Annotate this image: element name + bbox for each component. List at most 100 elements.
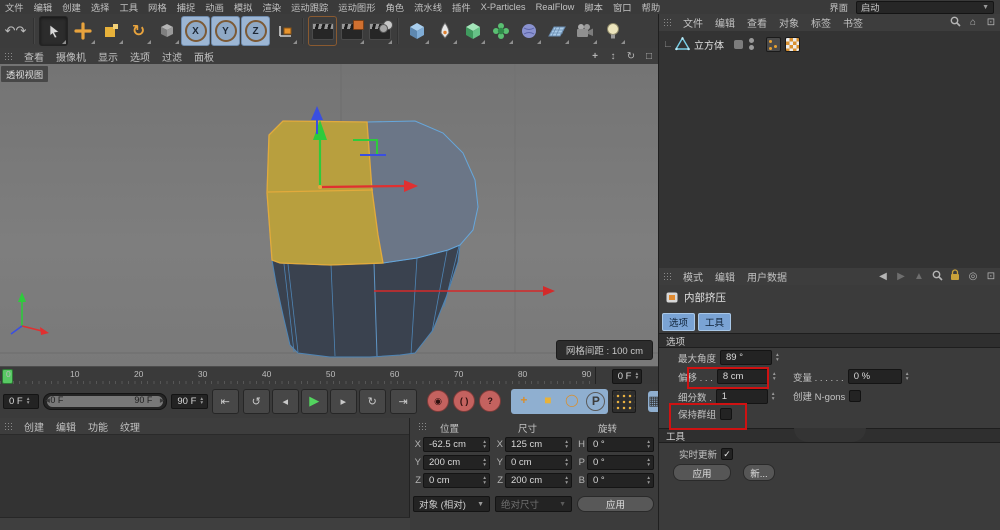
object-manager-menu-item[interactable]: 标签 bbox=[805, 15, 837, 30]
stepper-icon[interactable]: ▴▾ bbox=[565, 476, 568, 485]
panel-icon[interactable]: ⊡ bbox=[984, 271, 998, 282]
panel-grip-icon[interactable] bbox=[663, 18, 672, 27]
stepper-icon[interactable]: ▴▾ bbox=[483, 476, 486, 485]
panel-grip-icon[interactable] bbox=[4, 52, 13, 61]
object-name[interactable]: 立方体 bbox=[694, 37, 724, 52]
menubar-item[interactable]: 角色 bbox=[381, 0, 410, 14]
coordinate-field[interactable]: 0 cm▴▾ bbox=[423, 473, 490, 488]
panel-icon[interactable]: ⊡ bbox=[984, 17, 998, 28]
menubar-item[interactable]: 插件 bbox=[447, 0, 476, 14]
coordinate-field[interactable]: 0 °▴▾ bbox=[587, 473, 654, 488]
viewport-menu-item[interactable]: 面板 bbox=[188, 49, 220, 64]
frame-end-field[interactable]: 90 F ▴▾ bbox=[171, 394, 207, 409]
create-ngons-checkbox[interactable] bbox=[849, 390, 861, 402]
coordinate-field[interactable]: 200 cm▴▾ bbox=[423, 455, 490, 470]
up-icon[interactable]: ▲ bbox=[912, 271, 926, 282]
stepper-icon[interactable]: ▴▾ bbox=[635, 372, 638, 381]
search-icon[interactable] bbox=[948, 16, 962, 30]
current-frame-field[interactable]: 0 F ▴▾ bbox=[612, 369, 643, 384]
attribute-menu-item[interactable]: 编辑 bbox=[709, 269, 741, 284]
add-spline-pen-button[interactable] bbox=[431, 17, 458, 45]
go-to-start-button[interactable]: ⇤ bbox=[212, 389, 239, 414]
menubar-item[interactable]: 模拟 bbox=[229, 0, 258, 14]
stepper-icon[interactable]: ▴▾ bbox=[772, 392, 775, 401]
stepper-icon[interactable]: ▴▾ bbox=[906, 372, 909, 381]
attribute-menu-item[interactable]: 用户数据 bbox=[741, 269, 793, 284]
apply-button[interactable]: 应用 bbox=[673, 464, 731, 481]
stepper-icon[interactable]: ▴▾ bbox=[647, 440, 650, 449]
object-row[interactable]: ∟ 立方体 bbox=[659, 36, 1000, 52]
coordinate-field[interactable]: 0 °▴▾ bbox=[587, 437, 654, 452]
menubar-item[interactable]: 窗口 bbox=[608, 0, 637, 14]
object-manager-menu-item[interactable]: 书签 bbox=[837, 15, 869, 30]
y-axis-lock-button[interactable]: Y bbox=[211, 16, 240, 46]
timeline[interactable]: 0102030405060708090 0 F ▴▾ bbox=[0, 366, 658, 386]
layer-color-chip[interactable] bbox=[734, 40, 743, 49]
search-icon[interactable] bbox=[930, 270, 944, 284]
layout-preset-dropdown[interactable]: 启动 ▼ bbox=[856, 1, 994, 14]
timeline-ruler[interactable]: 0102030405060708090 bbox=[0, 367, 595, 385]
menubar-item[interactable]: 编辑 bbox=[29, 0, 58, 14]
coordinates-apply-button[interactable]: 应用 bbox=[577, 496, 654, 512]
section-handle[interactable] bbox=[794, 428, 866, 442]
key-scale-toggle[interactable]: ■ bbox=[536, 390, 559, 411]
z-axis-lock-button[interactable]: Z bbox=[241, 16, 270, 46]
render-view-button[interactable] bbox=[308, 16, 337, 46]
visibility-toggles[interactable] bbox=[749, 38, 754, 50]
previous-frame-button[interactable]: ◂ bbox=[272, 389, 299, 414]
add-floor-button[interactable] bbox=[543, 17, 570, 45]
stepper-icon[interactable]: ▴▾ bbox=[776, 353, 779, 362]
new-transform-button[interactable]: 新... bbox=[743, 464, 775, 481]
autokeying-button[interactable]: ( ) bbox=[453, 390, 475, 412]
menubar-item[interactable]: 运动图形 bbox=[333, 0, 380, 14]
frame-start-field[interactable]: 0 F ▴▾ bbox=[3, 394, 39, 409]
go-to-end-button[interactable]: ⇥ bbox=[390, 389, 417, 414]
add-subdivision-surface-button[interactable] bbox=[459, 17, 486, 45]
position-mode-dropdown[interactable]: 对象 (相对) ▼ bbox=[413, 496, 490, 512]
material-menu-item[interactable]: 纹理 bbox=[114, 419, 146, 434]
menubar-item[interactable]: X-Particles bbox=[476, 2, 531, 12]
menubar-item[interactable]: 动画 bbox=[200, 0, 229, 14]
menubar-item[interactable]: 运动跟踪 bbox=[286, 0, 333, 14]
material-menu-item[interactable]: 编辑 bbox=[50, 419, 82, 434]
menubar-item[interactable]: 创建 bbox=[57, 0, 86, 14]
viewport-menu-item[interactable]: 过滤 bbox=[156, 49, 188, 64]
viewport-menu-item[interactable]: 查看 bbox=[18, 49, 50, 64]
next-frame-button[interactable]: ▸ bbox=[330, 389, 357, 414]
menubar-item[interactable]: 流水线 bbox=[409, 0, 447, 14]
menubar-item[interactable]: RealFlow bbox=[531, 2, 580, 12]
key-rotation-toggle[interactable]: ◯ bbox=[560, 390, 583, 411]
stepper-icon[interactable]: ▴▾ bbox=[647, 458, 650, 467]
zoom-view-icon[interactable]: ↕ bbox=[606, 51, 620, 62]
stepper-icon[interactable]: ▴▾ bbox=[483, 458, 486, 467]
max-angle-field[interactable]: 89 ° bbox=[720, 350, 772, 365]
range-left-handle[interactable]: ◂ bbox=[45, 395, 50, 406]
frame-range-slider[interactable]: 0 F 90 F ◂ ▸ bbox=[43, 393, 167, 410]
add-cube-button[interactable] bbox=[403, 17, 430, 45]
menubar-item[interactable]: 捕捉 bbox=[172, 0, 201, 14]
render-picture-viewer-button[interactable] bbox=[338, 17, 365, 45]
stepper-icon[interactable]: ▴▾ bbox=[773, 372, 776, 381]
range-right-handle[interactable]: ▸ bbox=[160, 395, 165, 406]
variance-field[interactable]: 0 % bbox=[848, 369, 902, 384]
options-section-header[interactable]: 选项 bbox=[659, 333, 1000, 348]
coordinate-field[interactable]: 200 cm▴▾ bbox=[505, 473, 572, 488]
play-mode-button[interactable]: ↻ bbox=[359, 389, 386, 414]
stepper-icon[interactable]: ▴▾ bbox=[565, 440, 568, 449]
subdivision-field[interactable]: 1 bbox=[716, 389, 768, 404]
add-generator-button[interactable] bbox=[487, 17, 514, 45]
coordinate-system-button[interactable] bbox=[271, 17, 298, 45]
record-active-objects-button[interactable]: ◉ bbox=[427, 390, 449, 412]
uvw-tag-icon[interactable] bbox=[785, 37, 800, 52]
menubar-item[interactable]: 网格 bbox=[143, 0, 172, 14]
add-deformer-button[interactable] bbox=[515, 17, 542, 45]
menubar-item[interactable]: 渲染 bbox=[257, 0, 286, 14]
rotate-tool-button[interactable]: ↻ bbox=[125, 17, 152, 45]
realtime-update-checkbox[interactable]: ✓ bbox=[721, 448, 733, 460]
last-used-tool-button[interactable] bbox=[153, 17, 180, 45]
stepper-icon[interactable]: ▴▾ bbox=[27, 397, 30, 406]
play-backwards-button[interactable]: ↺ bbox=[243, 389, 270, 414]
viewport-menu-item[interactable]: 选项 bbox=[124, 49, 156, 64]
undo-redo-icon[interactable]: ↶↷ bbox=[2, 17, 29, 45]
tab-tool[interactable]: 工具 bbox=[698, 313, 731, 331]
